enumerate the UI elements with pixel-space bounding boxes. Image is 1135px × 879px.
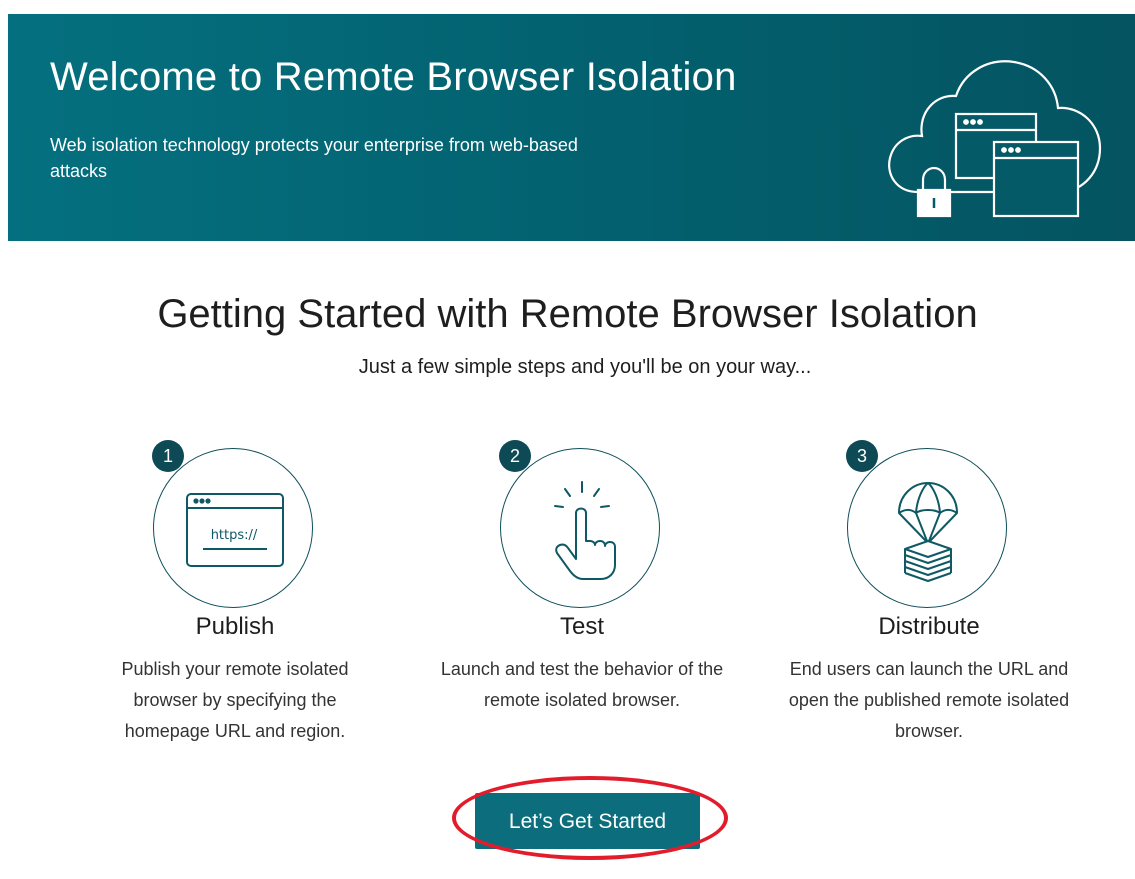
step-title: Distribute	[878, 613, 980, 640]
welcome-banner: Welcome to Remote Browser Isolation Web …	[8, 14, 1135, 241]
parachute-package-icon	[893, 479, 963, 585]
banner-subtitle: Web isolation technology protects your e…	[50, 135, 578, 181]
step-circle	[847, 448, 1007, 608]
step-number-badge: 2	[499, 440, 531, 472]
lets-get-started-button[interactable]: Let’s Get Started	[475, 793, 700, 849]
page-subtitle: Just a few simple steps and you'll be on…	[358, 356, 812, 378]
step-number-badge: 3	[846, 440, 878, 472]
step-title: Publish	[195, 613, 275, 640]
page-title: Getting Started with Remote Browser Isol…	[157, 292, 978, 336]
step-description: Launch and test the behavior of the remo…	[440, 659, 724, 710]
step-circle: https://	[153, 448, 313, 608]
step-circle	[500, 448, 660, 608]
step-description: End users can launch the URL and open th…	[788, 659, 1070, 741]
step-title: Test	[559, 613, 604, 640]
banner-title: Welcome to Remote Browser Isolation	[50, 55, 737, 99]
step-description: Publish your remote isolated browser by …	[121, 659, 349, 741]
tap-hand-icon	[545, 479, 617, 583]
url-text: https://	[210, 528, 258, 543]
cloud-browser-lock-icon	[878, 50, 1108, 220]
step-number-badge: 1	[152, 440, 184, 472]
